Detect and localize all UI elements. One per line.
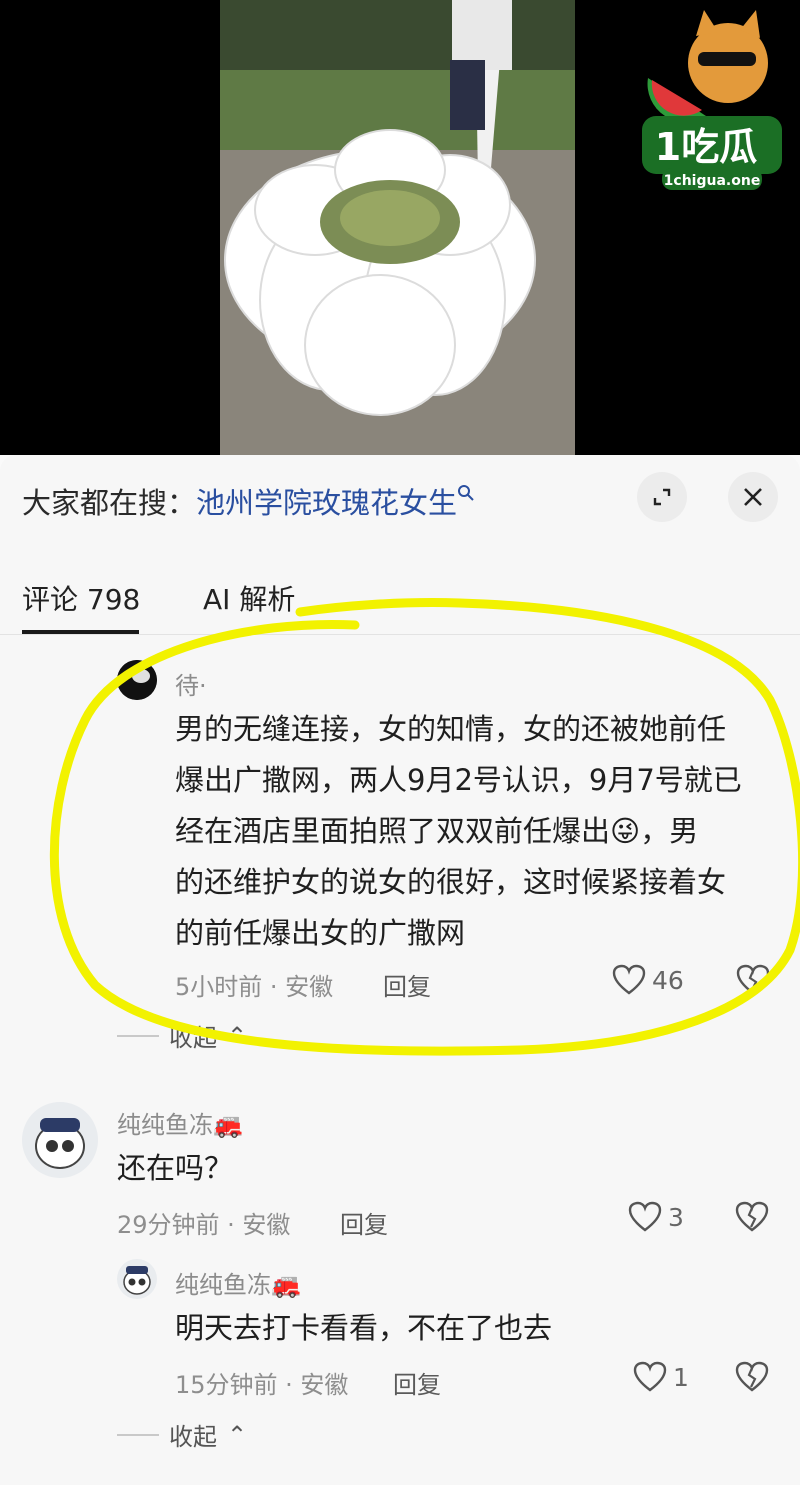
heart-icon (612, 964, 646, 995)
watermark-brand: 1吃瓜 (655, 125, 757, 169)
close-icon (744, 488, 762, 506)
reply-button[interactable]: 回复 (383, 967, 431, 1002)
comment-meta: 15分钟前 · 安徽 (175, 1371, 349, 1399)
collapse-label: 收起 (169, 1423, 217, 1451)
tab-comments[interactable]: 评论 798 (22, 578, 140, 618)
watermark-logo: 1吃瓜 1chigua.one (636, 8, 786, 193)
comment-line: 爆出广撒网，两人9月2号认识，9月7号就已 (175, 763, 742, 797)
chevron-up-icon: ⌃ (227, 1021, 248, 1050)
close-button[interactable] (728, 472, 778, 522)
dislike-button[interactable] (735, 1361, 769, 1397)
avatar[interactable] (22, 1102, 98, 1178)
like-button[interactable]: 3 (628, 1201, 684, 1233)
like-button[interactable]: 1 (633, 1361, 689, 1393)
watermark-domain: 1chigua.one (664, 173, 761, 189)
broken-heart-icon (735, 1361, 769, 1392)
comment-line: 经在酒店里面拍照了双双前任爆出😜，男 (175, 814, 699, 848)
rose-bouquet-image (220, 0, 575, 455)
comment-meta: 29分钟前 · 安徽 (117, 1211, 291, 1239)
heart-icon (628, 1201, 662, 1232)
heart-icon (633, 1361, 667, 1392)
dislike-button[interactable] (736, 964, 770, 1000)
comment-line: 的还维护女的说女的很好，这时候紧接着女 (175, 865, 727, 899)
reply-button[interactable]: 回复 (393, 1365, 441, 1400)
collapse-label: 收起 (169, 1024, 217, 1052)
comment-username[interactable]: 纯纯鱼冻🚒 (175, 1265, 301, 1300)
comment-username[interactable]: 待· (175, 666, 207, 701)
tab-divider (0, 634, 800, 635)
collapse-line (117, 1034, 159, 1037)
like-count: 3 (668, 1202, 684, 1232)
avatar[interactable] (117, 660, 157, 700)
dislike-button[interactable] (735, 1201, 769, 1237)
collapse-line (117, 1433, 159, 1436)
comment-line: 男的无缝连接，女的知情，女的还被她前任 (175, 712, 727, 746)
broken-heart-icon (736, 964, 770, 995)
collapse-replies[interactable]: 收起 ⌃ (117, 1417, 247, 1452)
video-player[interactable]: 1吃瓜 1chigua.one (0, 0, 800, 455)
video-frame (220, 0, 575, 455)
comment-username[interactable]: 纯纯鱼冻🚒 (117, 1105, 243, 1140)
like-button[interactable]: 46 (612, 964, 684, 996)
expand-button[interactable] (637, 472, 687, 522)
comment-line: 的前任爆出女的广撒网 (175, 916, 466, 950)
comment-text: 男的无缝连接，女的知情，女的还被她前任 爆出广撒网，两人9月2号认识，9月7号就… (175, 704, 742, 959)
collapse-replies[interactable]: 收起 ⌃ (117, 1018, 247, 1053)
tab-ai-analysis[interactable]: AI 解析 (203, 578, 295, 618)
like-count: 46 (652, 965, 684, 995)
comment-text: 还在吗？ (117, 1151, 234, 1185)
comment-text: 明天去打卡看看，不在了也去 (175, 1311, 553, 1345)
reply-button[interactable]: 回复 (340, 1205, 388, 1240)
search-term-link[interactable]: 池州学院玫瑰花女生 (196, 486, 457, 520)
like-count: 1 (673, 1362, 689, 1392)
search-prefix: 大家都在搜： (22, 486, 197, 520)
avatar[interactable] (117, 1259, 157, 1299)
expand-icon (653, 488, 671, 506)
trending-search[interactable]: 大家都在搜：池州学院玫瑰花女生 (22, 480, 475, 522)
broken-heart-icon (735, 1201, 769, 1232)
search-icon (458, 485, 474, 502)
comment-meta: 5小时前 · 安徽 (175, 973, 334, 1001)
chevron-up-icon: ⌃ (227, 1420, 248, 1449)
